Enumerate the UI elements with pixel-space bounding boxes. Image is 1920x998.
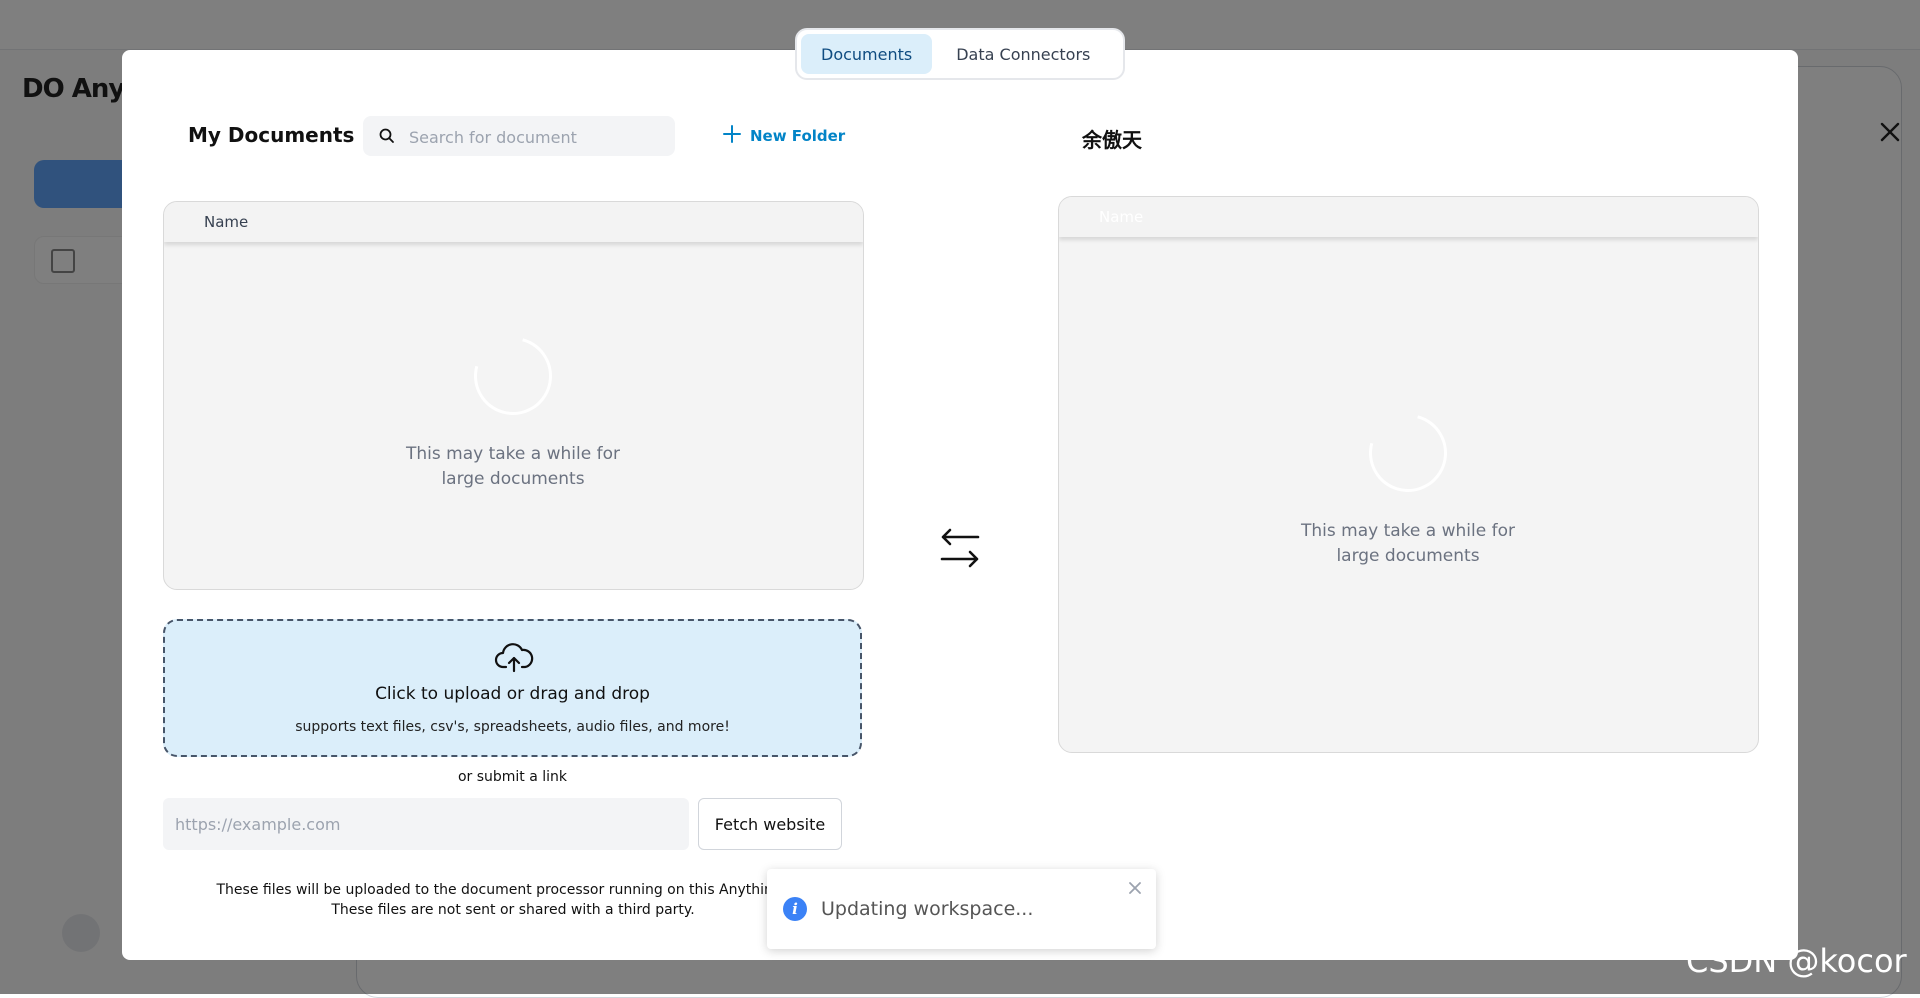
disclaimer-line1: These files will be uploaded to the docu… (216, 882, 810, 898)
loading-message-line2: large documents (441, 469, 585, 489)
loading-spinner (459, 322, 567, 430)
loading-message: This may take a while for large document… (1258, 519, 1558, 569)
modal-tabs: Documents Data Connectors (795, 28, 1125, 80)
fetch-website-button[interactable]: Fetch website (698, 798, 842, 850)
new-folder-button[interactable]: New Folder (722, 124, 845, 148)
toast-notification: i Updating workspace... (767, 869, 1156, 949)
submit-link-label: or submit a link (457, 769, 568, 785)
documents-list-panel: Name This may take a while for large doc… (163, 201, 864, 590)
upload-disclaimer: These files will be uploaded to the docu… (163, 880, 863, 920)
workspace-title: 余傲天 (1082, 128, 1142, 152)
cloud-upload-icon (494, 641, 534, 677)
column-header-name: Name (1099, 208, 1144, 226)
loading-message-line2: large documents (1336, 546, 1480, 566)
upload-title: Click to upload or drag and drop (375, 684, 650, 704)
info-icon: i (783, 897, 807, 921)
disclaimer-line2: These files are not sent or shared with … (331, 902, 695, 918)
url-input[interactable] (163, 798, 689, 850)
new-folder-label: New Folder (750, 127, 846, 145)
workspace-documents-panel: Name This may take a while for large doc… (1058, 196, 1759, 753)
workspace-list-header: Name (1059, 197, 1758, 237)
column-header-name: Name (204, 213, 249, 231)
close-icon[interactable] (1876, 118, 1904, 146)
loading-message-line1: This may take a while for (406, 444, 620, 464)
loading-spinner (1354, 399, 1462, 507)
search-bar (363, 116, 675, 158)
upload-subtitle: supports text files, csv's, spreadsheets… (295, 719, 730, 735)
loading-message: This may take a while for large document… (363, 442, 663, 492)
swap-arrows-icon[interactable] (938, 526, 982, 570)
plus-icon (722, 124, 742, 148)
documents-list-header: Name (164, 202, 863, 242)
toast-message: Updating workspace... (821, 898, 1034, 920)
tab-documents[interactable]: Documents (801, 34, 933, 74)
my-documents-title: My Documents (188, 123, 355, 147)
search-icon (379, 128, 395, 148)
search-input[interactable] (407, 116, 661, 158)
csdn-watermark: CSDN @kocor (1686, 942, 1907, 980)
loading-message-line1: This may take a while for (1301, 521, 1515, 541)
tab-data-connectors[interactable]: Data Connectors (936, 34, 1110, 74)
upload-dropzone[interactable]: Click to upload or drag and drop support… (163, 619, 862, 757)
toast-close-icon[interactable] (1128, 880, 1142, 894)
